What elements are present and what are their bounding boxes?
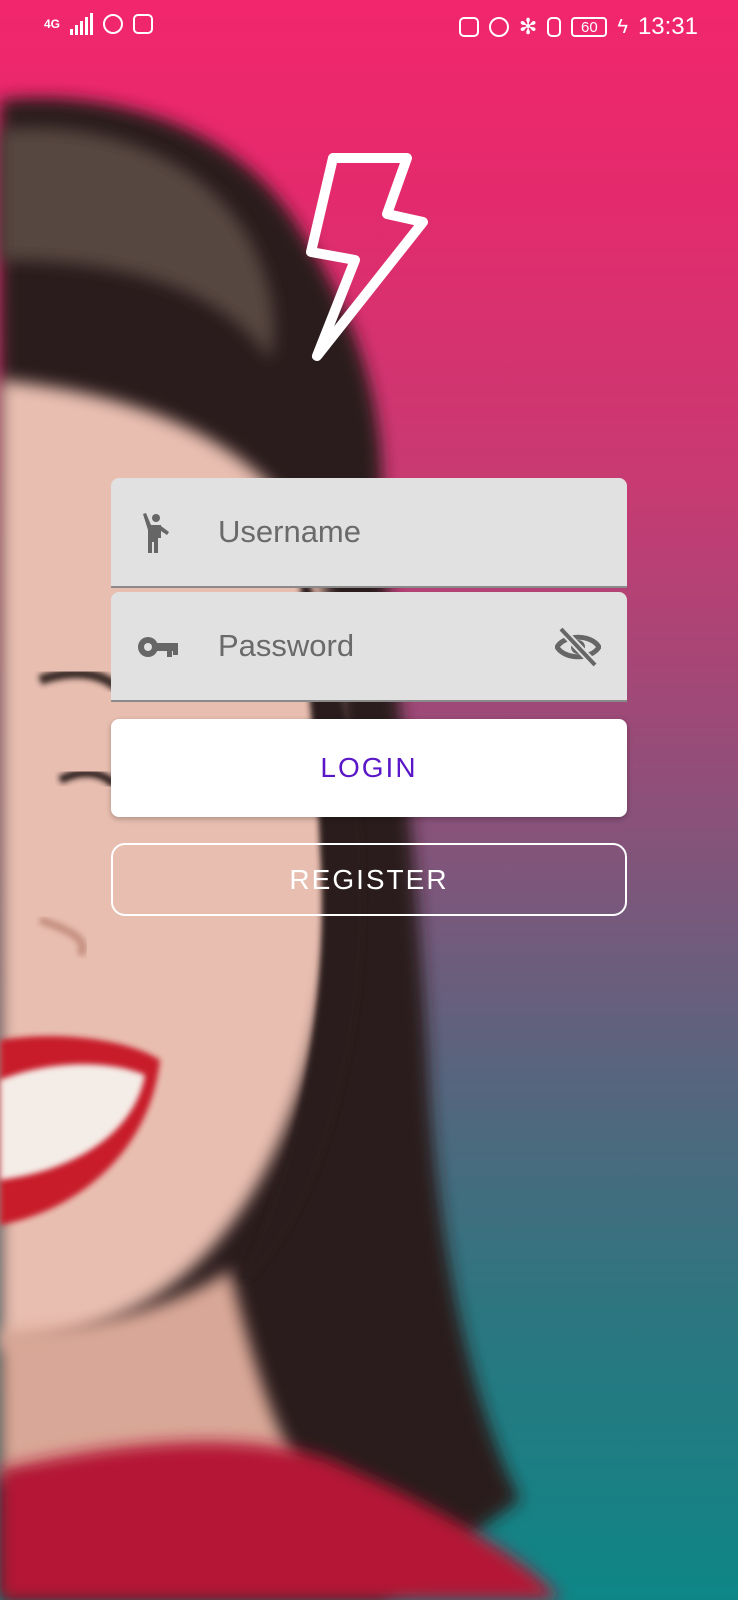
bluetooth-icon: ✻ xyxy=(518,14,538,39)
vibrate-icon xyxy=(547,17,562,37)
status-bar: 4G ✻ 60 ϟ 13:31 xyxy=(0,0,738,52)
password-placeholder: Password xyxy=(218,628,355,663)
person-waving-icon xyxy=(143,513,169,553)
login-button[interactable]: LOGIN xyxy=(111,719,627,817)
hand-notification-icon xyxy=(133,14,154,34)
charging-icon: ϟ xyxy=(617,15,628,38)
battery-icon: 60 xyxy=(571,17,608,37)
status-bar-left: 4G xyxy=(44,13,154,35)
username-field[interactable]: Username xyxy=(111,478,627,588)
lightning-bolt-icon xyxy=(306,153,428,361)
clock: 13:31 xyxy=(637,13,698,40)
app-notification-icon xyxy=(103,14,124,34)
eye-off-icon[interactable] xyxy=(555,626,601,668)
username-placeholder: Username xyxy=(218,514,361,549)
register-button-label: REGISTER xyxy=(289,863,449,895)
password-field[interactable]: Password xyxy=(111,592,627,702)
register-button[interactable]: REGISTER xyxy=(111,843,627,916)
alarm-icon xyxy=(488,17,509,37)
network-type: 4G xyxy=(44,17,61,31)
nfc-icon xyxy=(458,17,479,37)
login-button-label: LOGIN xyxy=(320,752,418,783)
status-bar-right: ✻ 60 ϟ 13:31 xyxy=(458,13,698,41)
key-icon xyxy=(138,637,178,657)
signal-strength-icon xyxy=(70,13,94,35)
